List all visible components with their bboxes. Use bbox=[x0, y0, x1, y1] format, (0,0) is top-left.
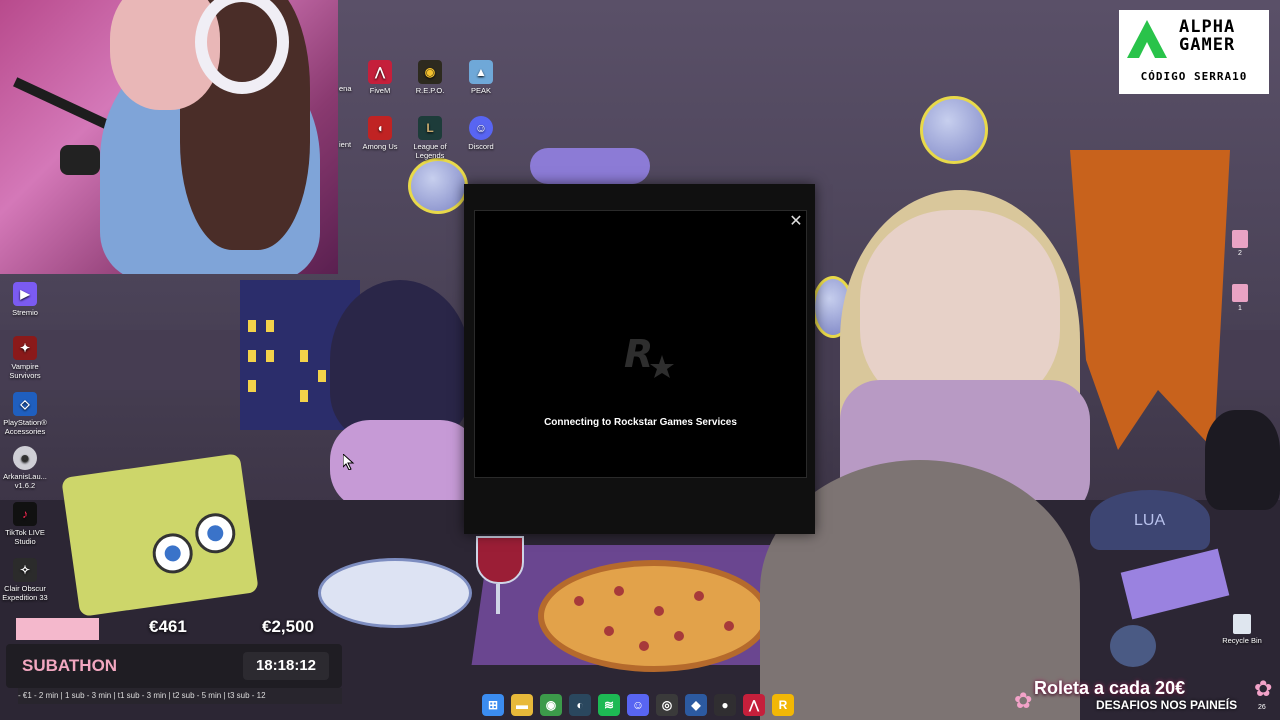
desktop-icon-vampire-survivors[interactable]: ✦ Vampire Survivors bbox=[0, 336, 52, 380]
desktop-icon-clair-obscur[interactable]: ✧ Clair Obscur Expedition 33 bbox=[0, 558, 52, 602]
desktop-icon-fivem[interactable]: ⋀ FiveM bbox=[353, 60, 407, 95]
alpha-gamer-logo-icon bbox=[1127, 20, 1167, 58]
vampire-survivors-icon: ✦ bbox=[13, 336, 37, 360]
desktop-icon-cut-label: ena bbox=[339, 84, 352, 93]
subathon-progress-fill bbox=[16, 618, 99, 640]
start-button[interactable]: ⊞ bbox=[482, 694, 504, 716]
desktop-icon-label: League of Legends bbox=[413, 142, 447, 160]
flower-icon: ✿ bbox=[1254, 676, 1273, 701]
clair-obscur-icon: ✧ bbox=[13, 558, 37, 582]
desktop-icon-peak[interactable]: ▲ PEAK bbox=[454, 60, 508, 95]
desktop-icon-arkanis-launcher[interactable]: ☻ ArkanisLau... v1.6.2 bbox=[0, 446, 52, 490]
gamepad-icon[interactable]: ◎ bbox=[656, 694, 678, 716]
wallpaper-wine-glass bbox=[476, 536, 524, 616]
rockstar-launcher-icon[interactable]: R bbox=[772, 694, 794, 716]
peak-icon: ▲ bbox=[469, 60, 493, 84]
webcam-mic bbox=[60, 145, 100, 175]
desktop-icon-playstation-accessories[interactable]: ◇ PlayStation® Accessories bbox=[0, 392, 52, 436]
rockstar-dialog-body: R Connecting to Rockstar Games Services bbox=[474, 210, 807, 478]
steam-icon[interactable]: ◐ bbox=[569, 694, 591, 716]
wallpaper-banner bbox=[1070, 150, 1230, 450]
desktop-icon-recycle-bin[interactable]: Recycle Bin bbox=[1218, 614, 1266, 645]
file-explorer-icon[interactable]: ▬ bbox=[511, 694, 533, 716]
desktop-icon-label: Discord bbox=[468, 142, 494, 151]
subathon-panel: SUBATHON 18:18:12 bbox=[6, 644, 342, 688]
desktop-icon-label: Clair Obscur Expedition 33 bbox=[2, 584, 48, 602]
wallpaper-plate bbox=[318, 558, 472, 628]
sponsor-brand: ALPHA GAMER bbox=[1179, 18, 1235, 54]
wallpaper-axolotl bbox=[530, 148, 650, 184]
recycle-bin-icon bbox=[1233, 614, 1251, 634]
tiktok-live-studio-icon: ♪ bbox=[13, 502, 37, 526]
desktop-icon-label: Stremio bbox=[12, 308, 38, 317]
desktop-icon-tiktok-live-studio[interactable]: ♪ TikTok LIVE Studio bbox=[0, 502, 52, 546]
subathon-ticker: - €1 - 2 min | 1 sub - 3 min | t1 sub - … bbox=[18, 688, 342, 704]
subathon-title: SUBATHON bbox=[22, 656, 118, 675]
webcam-mic-arm bbox=[13, 77, 117, 133]
sponsor-code: CÓDIGO SERRA10 bbox=[1140, 70, 1248, 83]
subathon-current-amount: €461 bbox=[149, 617, 187, 636]
svg-text:R: R bbox=[624, 332, 653, 376]
desktop-icon-label: PEAK bbox=[470, 86, 491, 95]
desktop-icon-label: Vampire Survivors bbox=[9, 362, 41, 380]
desktop-icon-discord[interactable]: ☺ Discord bbox=[454, 116, 508, 151]
desktop-icon-label: Among Us bbox=[362, 142, 398, 151]
spotify-icon[interactable]: ≋ bbox=[598, 694, 620, 716]
arkanis-launcher-icon: ☻ bbox=[13, 446, 37, 470]
vpn-icon[interactable]: ◆ bbox=[685, 694, 707, 716]
desafios-text: DESAFIOS NOS PAINEÍS bbox=[1096, 698, 1238, 712]
file-icon-1[interactable] bbox=[1232, 284, 1248, 302]
desktop-icon-league-of-legends[interactable]: L League of Legends bbox=[403, 116, 457, 160]
wallpaper-kuromi bbox=[1205, 410, 1280, 510]
connection-status-text: Connecting to Rockstar Games Services bbox=[544, 417, 737, 428]
desktop-icon-label: 2 bbox=[1238, 250, 1242, 257]
desktop-icon-stremio[interactable]: ▶ Stremio bbox=[0, 282, 52, 317]
repo-icon: ◉ bbox=[418, 60, 442, 84]
chrome-icon[interactable]: ◉ bbox=[540, 694, 562, 716]
wallpaper-ball bbox=[1110, 625, 1156, 667]
mouse-cursor-icon bbox=[343, 454, 355, 470]
subathon-timer: 18:18:12 bbox=[243, 652, 329, 680]
close-icon[interactable]: ✕ bbox=[787, 213, 805, 231]
flower-icon: ✿ bbox=[1014, 688, 1033, 713]
wallpaper-lamp bbox=[920, 96, 988, 164]
subathon-progress-bar: €461 €2,500 bbox=[16, 614, 316, 640]
file-icon-2[interactable] bbox=[1232, 230, 1248, 248]
rockstar-launcher-window: R Connecting to Rockstar Games Services … bbox=[464, 184, 815, 534]
desktop-icon-label: PlayStation® Accessories bbox=[3, 418, 47, 436]
rockstar-logo-icon: R bbox=[624, 332, 674, 378]
wallpaper-pizza bbox=[538, 560, 770, 672]
taskbar: ⊞ ▬ ◉ ◐ ≋ ☺ ◎ ◆ ● ⋀ R bbox=[482, 694, 794, 716]
wallpaper-sponge bbox=[61, 453, 259, 617]
wallpaper-creature bbox=[330, 280, 470, 440]
sponsor-banner: ALPHA GAMER CÓDIGO SERRA10 bbox=[1119, 10, 1269, 94]
among-us-icon: ◖ bbox=[368, 116, 392, 140]
wallpaper-lamp-2 bbox=[408, 158, 468, 214]
discord-icon: ☺ bbox=[469, 116, 493, 140]
roleta-text: Roleta a cada 20€ bbox=[1034, 678, 1186, 698]
desktop-icon-label: R.E.P.O. bbox=[415, 86, 445, 95]
subathon-goal-amount: €2,500 bbox=[262, 617, 314, 636]
webcam-feed bbox=[0, 0, 338, 274]
corner-number: 26 bbox=[1258, 704, 1266, 711]
desktop-icon-label: ArkanisLau... v1.6.2 bbox=[3, 472, 47, 490]
fivem-icon: ⋀ bbox=[368, 60, 392, 84]
desktop-icon-label: FiveM bbox=[369, 86, 391, 95]
desktop-icon-repo[interactable]: ◉ R.E.P.O. bbox=[403, 60, 457, 95]
sponsor-brand-line1: ALPHA bbox=[1179, 17, 1236, 37]
desktop-icon-among-us[interactable]: ◖ Among Us bbox=[353, 116, 407, 151]
sponsor-brand-line2: GAMER bbox=[1179, 35, 1236, 55]
wallpaper-cap: LUA bbox=[1090, 490, 1210, 550]
desktop-icon-label: TikTok LIVE Studio bbox=[5, 528, 45, 546]
desktop-icon-label: Recycle Bin bbox=[1222, 636, 1262, 645]
fivem-taskbar-icon[interactable]: ⋀ bbox=[743, 694, 765, 716]
playstation-accessories-icon: ◇ bbox=[13, 392, 37, 416]
desktop-icon-label: 1 bbox=[1238, 305, 1242, 312]
obs-icon[interactable]: ● bbox=[714, 694, 736, 716]
league-of-legends-icon: L bbox=[418, 116, 442, 140]
discord-taskbar-icon[interactable]: ☺ bbox=[627, 694, 649, 716]
desktop-icon-cut-label: ient bbox=[339, 140, 352, 149]
stremio-icon: ▶ bbox=[13, 282, 37, 306]
